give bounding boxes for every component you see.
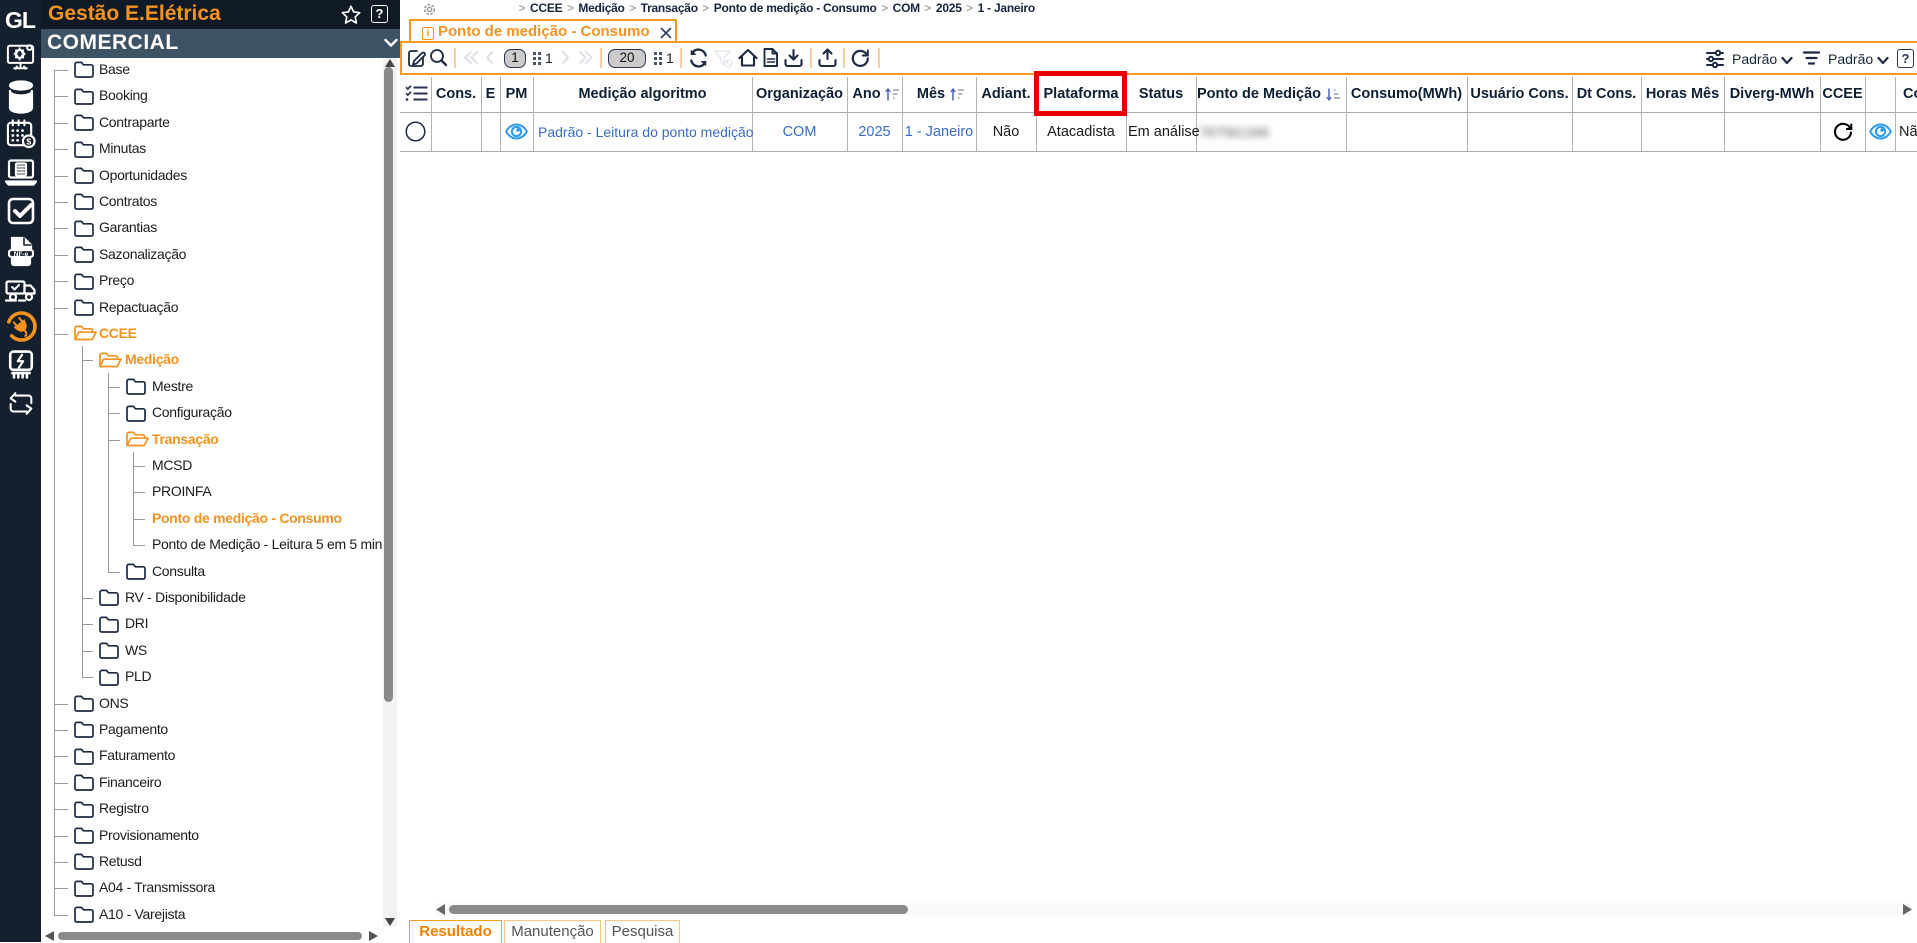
- svg-text:NF-e: NF-e: [14, 251, 29, 258]
- svg-text:$: $: [26, 136, 31, 146]
